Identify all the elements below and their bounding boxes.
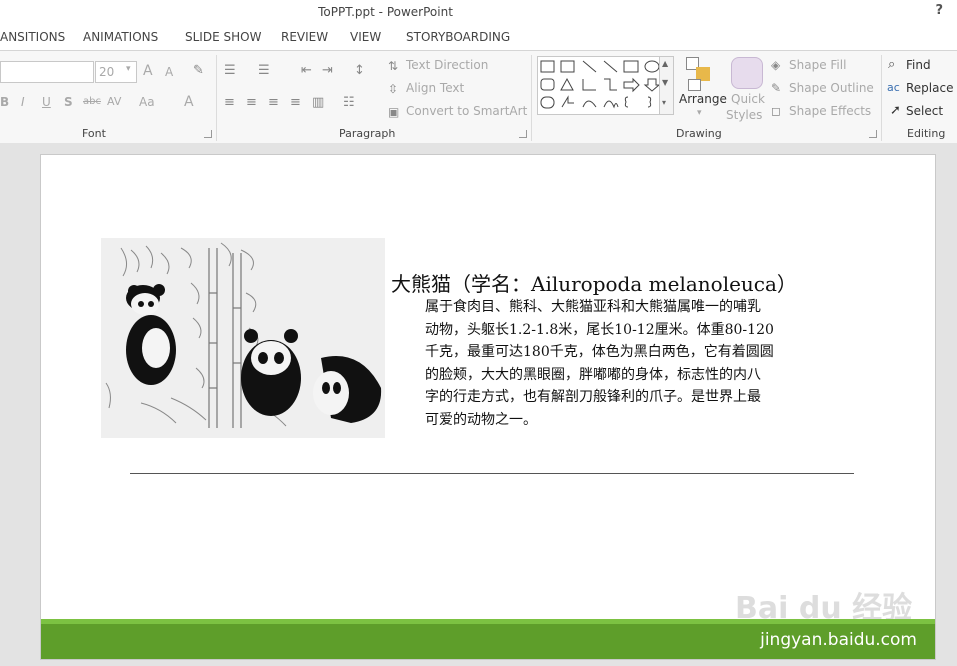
footer-text: jingyan.baidu.com (760, 630, 917, 650)
text-direction-icon: ⇅ (388, 59, 399, 73)
bullets-icon[interactable]: ☰ (224, 63, 236, 78)
font-size-input[interactable]: 20 ▾ (95, 61, 137, 83)
slide-canvas[interactable]: 大熊猫（学名：Ailuropoda melanoleuca） 属于食肉目、熊科、… (40, 154, 936, 660)
ribbon: 20 ▾ A A ✎ B I U S abc AV Aa A Font ☰ ☰ … (0, 51, 957, 144)
body-line: 动物，头躯长1.2-1.8米，尾长10-12厘米。体重80-120 (425, 321, 774, 338)
panda-illustration[interactable] (101, 238, 385, 438)
tab-slide-show[interactable]: SLIDE SHOW (185, 30, 261, 44)
horizontal-rule (130, 473, 854, 474)
smartart-icon: ▣ (388, 105, 400, 119)
italic-button[interactable]: I (21, 95, 25, 109)
tab-view[interactable]: VIEW (350, 30, 381, 44)
text-direction-button[interactable]: Text Direction (406, 58, 488, 72)
shape-fill-button[interactable]: Shape Fill (789, 58, 846, 72)
numbering-icon[interactable]: ☰ (258, 63, 270, 78)
tab-transitions[interactable]: ANSITIONS (0, 30, 65, 44)
line-spacing-icon[interactable]: ↕ (354, 63, 365, 78)
replace-icon: ac (887, 81, 900, 94)
drawing-dialog-launcher-icon[interactable] (869, 130, 877, 138)
strikethrough-button[interactable]: abc (83, 96, 101, 107)
binoculars-icon: ⌕ (888, 57, 896, 72)
character-spacing-button[interactable]: AV (107, 95, 121, 108)
tab-review[interactable]: REVIEW (281, 30, 328, 44)
body-line: 字的行走方式，也有解剖刀般锋利的爪子。是世界上最 (425, 389, 761, 405)
chevron-down-icon[interactable]: ▼ (662, 78, 668, 87)
shapes-gallery-icons (540, 60, 661, 109)
font-group-label: Font (82, 127, 106, 140)
font-color-button[interactable]: A (184, 94, 194, 110)
justify-icon[interactable]: ≡ (290, 95, 301, 110)
clear-formatting-icon[interactable]: ✎ (193, 63, 204, 78)
shape-effects-icon: ◻ (771, 104, 781, 118)
shapes-gallery[interactable] (537, 56, 674, 115)
body-line: 的脸颊，大大的黑眼圈，胖嘟嘟的身体，标志性的内八 (425, 366, 761, 383)
more-shapes-icon[interactable]: ▾ (662, 98, 666, 107)
shape-outline-button[interactable]: Shape Outline (789, 81, 874, 95)
paragraph-group-label: Paragraph (339, 127, 396, 140)
arrange-button[interactable]: Arrange (679, 92, 727, 106)
chevron-down-icon: ▾ (126, 64, 131, 74)
quick-styles-label-1[interactable]: Quick (731, 92, 765, 106)
group-divider (881, 55, 882, 141)
font-size-value: 20 (99, 65, 115, 79)
decrease-indent-icon[interactable]: ⇤ (301, 63, 312, 78)
bold-button[interactable]: B (0, 95, 9, 109)
shrink-font-button[interactable]: A (165, 65, 173, 79)
chevron-down-icon: ▾ (697, 108, 702, 118)
slide-footer-bar: jingyan.baidu.com (41, 619, 935, 659)
shape-effects-button[interactable]: Shape Effects (789, 104, 871, 118)
panda-bamboo-image (105, 242, 382, 428)
convert-smartart-button[interactable]: Convert to SmartArt (406, 104, 527, 118)
change-case-button[interactable]: Aa (139, 95, 155, 109)
arrange-icon[interactable] (686, 57, 716, 91)
shape-fill-icon: ◈ (771, 58, 781, 72)
columns-icon[interactable]: ☷ (343, 95, 355, 110)
slide-heading[interactable]: 大熊猫（学名：Ailuropoda melanoleuca） (391, 268, 797, 297)
align-left-icon[interactable]: ≡ (224, 95, 235, 110)
find-button[interactable]: Find (906, 58, 931, 72)
align-text-icon: ⇳ (388, 82, 399, 96)
drawing-group-label: Drawing (676, 127, 722, 140)
font-dialog-launcher-icon[interactable] (204, 130, 212, 138)
body-line: 可爱的动物之一。 (425, 411, 537, 428)
grow-font-button[interactable]: A (143, 63, 153, 79)
replace-button[interactable]: Replace (906, 81, 953, 95)
gallery-scroll[interactable]: ▲ ▼ ▾ (659, 56, 674, 115)
help-icon[interactable]: ? (935, 3, 943, 18)
window-title: ToPPT.ppt - PowerPoint (318, 5, 453, 19)
align-text-button[interactable]: Align Text (406, 81, 464, 95)
tab-animations[interactable]: ANIMATIONS (83, 30, 158, 44)
tab-storyboarding[interactable]: STORYBOARDING (406, 30, 510, 44)
ribbon-tabs: ANSITIONS ANIMATIONS SLIDE SHOW REVIEW V… (0, 26, 957, 51)
editing-group-label: Editing (907, 127, 946, 140)
chevron-up-icon[interactable]: ▲ (662, 59, 668, 68)
quick-styles-label-2[interactable]: Styles (726, 108, 762, 122)
group-divider (531, 55, 532, 141)
shape-outline-icon: ✎ (771, 81, 782, 95)
title-bar: ToPPT.ppt - PowerPoint ? (0, 0, 957, 26)
cursor-arrow-icon: ➚ (890, 103, 901, 118)
underline-button[interactable]: U (42, 95, 51, 109)
body-line: 千克，最重可达180千克，体色为黑白两色，它有着圆圆 (425, 344, 774, 360)
body-line: 属于食肉目、熊科、大熊猫亚科和大熊猫属唯一的哺乳 (425, 299, 761, 315)
group-divider (216, 55, 217, 141)
align-center-icon[interactable]: ≡ (246, 95, 257, 110)
paragraph-dialog-launcher-icon[interactable] (519, 130, 527, 138)
increase-indent-icon[interactable]: ⇥ (322, 63, 333, 78)
align-right-icon[interactable]: ≡ (268, 95, 279, 110)
select-button[interactable]: Select (906, 104, 943, 118)
distributed-icon[interactable]: ▥ (312, 95, 324, 110)
slide-body-text[interactable]: 属于食肉目、熊科、大熊猫亚科和大熊猫属唯一的哺乳 动物，头躯长1.2-1.8米，… (425, 296, 885, 431)
quick-styles-icon[interactable] (731, 57, 763, 89)
shadow-button[interactable]: S (64, 95, 73, 109)
font-name-input[interactable] (0, 61, 94, 83)
